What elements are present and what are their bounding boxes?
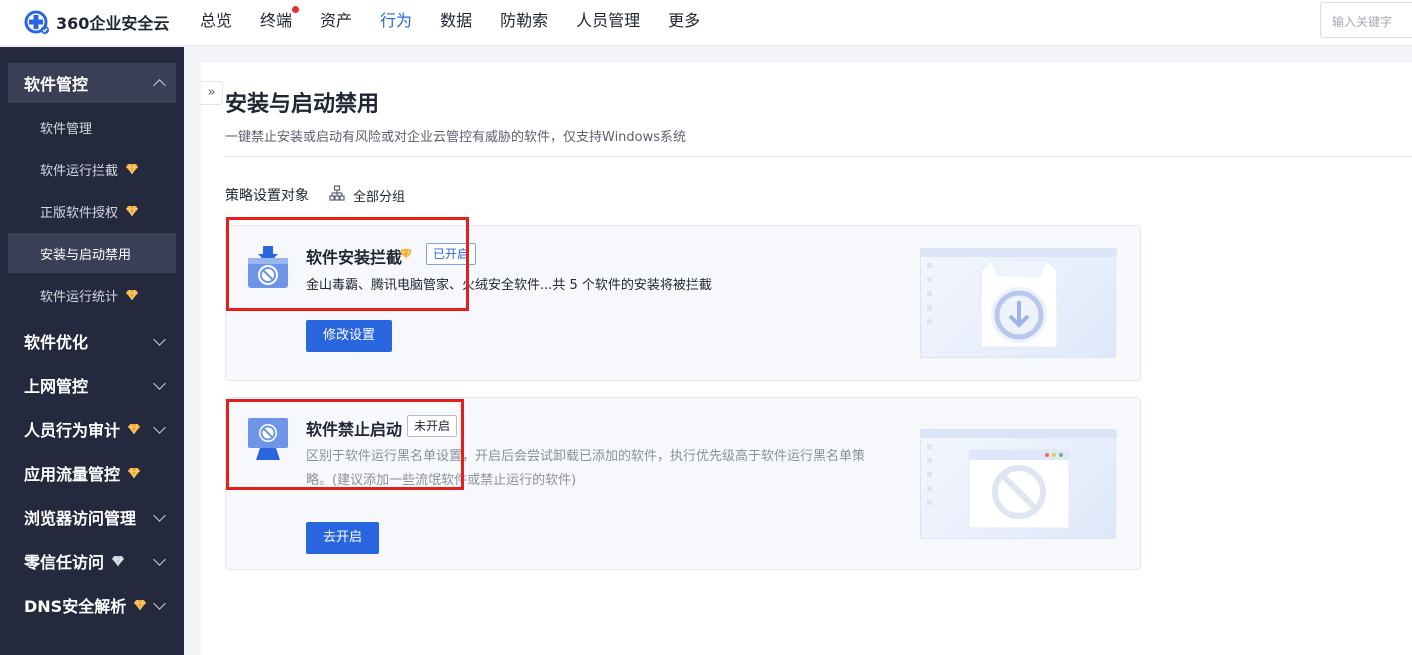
chevron-down-icon	[153, 597, 166, 610]
nav-label: 人员管理	[576, 11, 641, 30]
sidebar: 软件管控 软件管理 软件运行拦截 正版软件授权 安装与启动禁用 软件运行统计 软…	[0, 47, 184, 655]
divider	[225, 156, 1412, 157]
sidebar-group-dns-security[interactable]: DNS安全解析	[8, 585, 176, 625]
sidebar-group-label: 人员行为审计	[24, 421, 121, 440]
sidebar-item-software-management[interactable]: 软件管理	[8, 107, 176, 147]
nav-label: 终端	[260, 11, 293, 30]
top-bar: 360企业安全云 总览 终端 资产 行为 数据 防勒索 人员管理 更多 输入关键…	[0, 0, 1412, 46]
sidebar-item-genuine-license[interactable]: 正版软件授权	[8, 191, 176, 231]
edit-settings-button[interactable]: 修改设置	[306, 320, 393, 352]
sidebar-group-app-traffic[interactable]: 应用流量管控	[8, 453, 176, 493]
nav-item-more[interactable]: 更多	[654, 0, 714, 46]
org-tree-icon	[329, 185, 345, 201]
policy-target-value[interactable]: 全部分组	[353, 186, 405, 205]
search-input[interactable]: 输入关键字	[1320, 2, 1412, 38]
diamond-icon	[128, 468, 141, 478]
nav-item-behavior[interactable]: 行为	[366, 0, 427, 46]
sidebar-group-label: DNS安全解析	[24, 597, 127, 616]
diamond-icon	[128, 424, 141, 434]
nav-label: 防勒索	[500, 11, 549, 30]
nav-item-personnel[interactable]: 人员管理	[562, 0, 654, 46]
nav-item-terminal[interactable]: 终端	[246, 0, 306, 46]
highlight-box-install	[226, 217, 469, 311]
page-title: 安装与启动禁用	[225, 92, 380, 117]
sidebar-group-label: 应用流量管控	[24, 465, 121, 484]
nav-label: 行为	[380, 11, 413, 30]
double-chevron-right-icon[interactable]: »	[201, 81, 223, 105]
chevron-down-icon	[153, 377, 166, 390]
logo-icon	[24, 9, 50, 35]
policy-target-label: 策略设置对象	[225, 188, 309, 204]
sidebar-group-internet-control[interactable]: 上网管控	[8, 365, 176, 405]
notification-dot	[292, 6, 300, 13]
diamond-icon	[112, 556, 125, 566]
nav-item-data[interactable]: 数据	[426, 0, 486, 46]
sidebar-item-label: 软件运行统计	[40, 289, 119, 305]
page-description: 一键禁止安装或启动有风险或对企业云管控有威胁的软件，仅支持Windows系统	[225, 130, 687, 145]
sidebar-item-run-interception[interactable]: 软件运行拦截	[8, 149, 176, 189]
diamond-icon	[134, 600, 147, 610]
sidebar-group-behavior-audit[interactable]: 人员行为审计	[8, 409, 176, 449]
sidebar-group-browser-access[interactable]: 浏览器访问管理	[8, 497, 176, 537]
logo[interactable]: 360企业安全云	[24, 9, 169, 35]
nav-item-assets[interactable]: 资产	[306, 0, 366, 46]
sidebar-group-label: 零信任访问	[24, 553, 105, 572]
sidebar-group-zero-trust[interactable]: 零信任访问	[8, 541, 176, 581]
sidebar-group-software-optimize[interactable]: 软件优化	[8, 321, 176, 361]
sidebar-group-label: 上网管控	[24, 377, 89, 396]
nav-item-ransomware[interactable]: 防勒索	[486, 0, 562, 46]
sidebar-item-install-launch-ban[interactable]: 安装与启动禁用	[8, 233, 176, 273]
sidebar-item-run-statistics[interactable]: 软件运行统计	[8, 275, 176, 315]
logo-text: 360企业安全云	[56, 14, 170, 33]
nav-label: 资产	[320, 11, 353, 30]
sidebar-group-software-control[interactable]: 软件管控	[8, 63, 176, 103]
sidebar-item-label: 软件管理	[40, 121, 93, 137]
nav-label: 总览	[200, 11, 233, 30]
chevron-up-icon	[153, 79, 166, 92]
highlight-box-launch	[226, 399, 464, 490]
nav-label: 更多	[668, 11, 701, 30]
diamond-icon	[126, 206, 139, 216]
install-illustration	[920, 248, 1117, 358]
sidebar-item-label: 软件运行拦截	[40, 163, 119, 179]
chevron-down-icon	[153, 553, 166, 566]
sidebar-item-label: 安装与启动禁用	[40, 247, 132, 263]
chevron-down-icon	[153, 333, 166, 346]
nav-label: 数据	[440, 11, 473, 30]
sidebar-group-label: 软件优化	[24, 333, 89, 352]
sidebar-group-label: 软件管控	[24, 75, 89, 94]
sidebar-group-label: 浏览器访问管理	[24, 509, 137, 528]
enable-button[interactable]: 去开启	[306, 522, 380, 554]
sidebar-item-label: 正版软件授权	[40, 205, 119, 221]
diamond-icon	[126, 290, 139, 300]
top-nav: 总览 终端 资产 行为 数据 防勒索 人员管理 更多	[186, 0, 714, 46]
diamond-icon	[126, 164, 139, 174]
chevron-down-icon	[153, 421, 166, 434]
launch-illustration	[920, 429, 1117, 539]
nav-item-overview[interactable]: 总览	[186, 0, 246, 46]
chevron-down-icon	[153, 509, 166, 522]
